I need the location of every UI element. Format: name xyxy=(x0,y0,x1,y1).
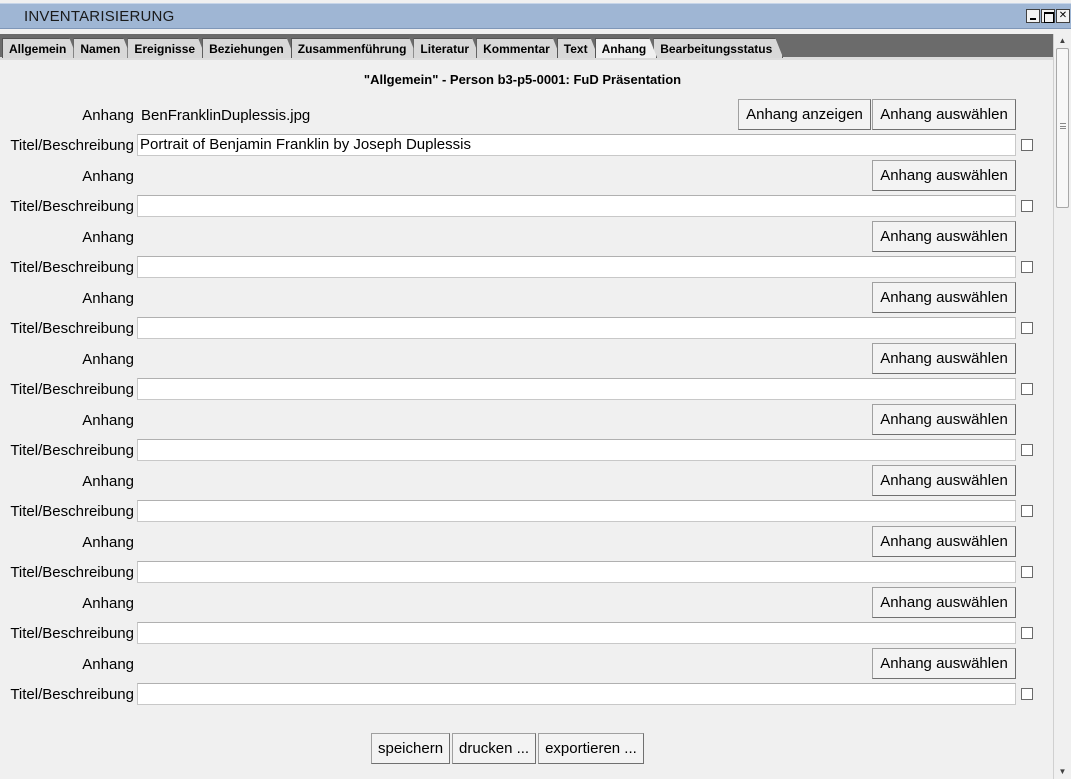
export-button[interactable]: exportieren ... xyxy=(538,733,644,764)
anhang-label: Anhang xyxy=(82,229,134,246)
row-checkbox[interactable] xyxy=(1021,566,1033,578)
row-checkbox[interactable] xyxy=(1021,505,1033,517)
select-attachment-button[interactable]: Anhang auswählen xyxy=(872,221,1016,252)
row-checkbox[interactable] xyxy=(1021,139,1033,151)
tab-bearbeitungsstatus[interactable]: Bearbeitungsstatus xyxy=(653,38,783,58)
grip-icon xyxy=(1060,123,1066,129)
row-checkbox[interactable] xyxy=(1021,200,1033,212)
print-button[interactable]: drucken ... xyxy=(452,733,537,764)
title-description-input[interactable] xyxy=(137,439,1016,461)
scroll-thumb[interactable] xyxy=(1056,48,1069,208)
vertical-scrollbar[interactable]: ▲ ▼ xyxy=(1053,34,1071,779)
titel-label: Titel/Beschreibung xyxy=(10,320,134,337)
anhang-label: Anhang xyxy=(82,168,134,185)
row-checkbox[interactable] xyxy=(1021,383,1033,395)
title-description-input[interactable] xyxy=(137,622,1016,644)
form-heading: "Allgemein" - Person b3-p5-0001: FuD Prä… xyxy=(363,72,682,87)
show-attachment-button[interactable]: Anhang anzeigen xyxy=(738,99,871,130)
title-description-input[interactable] xyxy=(137,195,1016,217)
tab-beziehungen[interactable]: Beziehungen xyxy=(202,38,295,58)
select-attachment-button[interactable]: Anhang auswählen xyxy=(872,648,1016,679)
save-button[interactable]: speichern xyxy=(371,733,451,764)
footer-buttons: speichern drucken ... exportieren ... xyxy=(371,733,644,764)
title-description-input[interactable] xyxy=(137,256,1016,278)
titel-label: Titel/Beschreibung xyxy=(10,564,134,581)
title-description-input[interactable] xyxy=(137,561,1016,583)
title-description-input[interactable] xyxy=(137,500,1016,522)
select-attachment-button[interactable]: Anhang auswählen xyxy=(872,587,1016,618)
select-attachment-button[interactable]: Anhang auswählen xyxy=(872,160,1016,191)
row-checkbox[interactable] xyxy=(1021,322,1033,334)
titel-label: Titel/Beschreibung xyxy=(10,137,134,154)
title-description-input[interactable] xyxy=(137,683,1016,705)
anhang-label: Anhang xyxy=(82,107,134,124)
row-checkbox[interactable] xyxy=(1021,627,1033,639)
title-bar: INVENTARISIERUNG ✕ xyxy=(0,0,1071,32)
select-attachment-button[interactable]: Anhang auswählen xyxy=(872,343,1016,374)
select-attachment-button[interactable]: Anhang auswählen xyxy=(872,465,1016,496)
anhang-label: Anhang xyxy=(82,534,134,551)
select-attachment-button[interactable]: Anhang auswählen xyxy=(872,99,1016,130)
titel-label: Titel/Beschreibung xyxy=(10,381,134,398)
select-attachment-button[interactable]: Anhang auswählen xyxy=(872,282,1016,313)
anhang-label: Anhang xyxy=(82,412,134,429)
select-attachment-button[interactable]: Anhang auswählen xyxy=(872,526,1016,557)
tab-namen[interactable]: Namen xyxy=(73,38,131,58)
titel-label: Titel/Beschreibung xyxy=(10,625,134,642)
tab-zusammenf-hrung[interactable]: Zusammenführung xyxy=(291,38,418,58)
titel-label: Titel/Beschreibung xyxy=(10,198,134,215)
tab-ereignisse[interactable]: Ereignisse xyxy=(127,38,206,58)
title-description-input[interactable] xyxy=(137,317,1016,339)
tab-list: Allgemein Namen Ereignisse Beziehungen Zusam… xyxy=(2,38,779,58)
close-icon[interactable]: ✕ xyxy=(1056,9,1070,23)
tab-anhang[interactable]: Anhang xyxy=(595,38,658,58)
tab-bar: Allgemein Namen Ereignisse Beziehungen Zusam… xyxy=(0,34,1053,60)
tab-kommentar[interactable]: Kommentar xyxy=(476,38,561,58)
tab-allgemein[interactable]: Allgemein xyxy=(2,38,77,58)
title-description-input[interactable]: Portrait of Benjamin Franklin by Joseph … xyxy=(137,134,1016,156)
row-checkbox[interactable] xyxy=(1021,688,1033,700)
tab-text[interactable]: Text xyxy=(557,38,599,58)
titel-label: Titel/Beschreibung xyxy=(10,259,134,276)
anhang-label: Anhang xyxy=(82,290,134,307)
anhang-label: Anhang xyxy=(82,595,134,612)
title-description-input[interactable] xyxy=(137,378,1016,400)
titel-label: Titel/Beschreibung xyxy=(10,442,134,459)
window-controls: ✕ xyxy=(1026,9,1070,23)
title-bar-strip: INVENTARISIERUNG ✕ xyxy=(0,3,1071,29)
window-title: INVENTARISIERUNG xyxy=(24,8,175,25)
scroll-up-icon[interactable]: ▲ xyxy=(1054,34,1071,48)
anhang-label: Anhang xyxy=(82,656,134,673)
tab-literatur[interactable]: Literatur xyxy=(413,38,480,58)
minimize-icon[interactable] xyxy=(1026,9,1040,23)
row-checkbox[interactable] xyxy=(1021,261,1033,273)
attachment-filename: BenFranklinDuplessis.jpg xyxy=(141,107,311,124)
select-attachment-button[interactable]: Anhang auswählen xyxy=(872,404,1016,435)
titel-label: Titel/Beschreibung xyxy=(10,503,134,520)
row-checkbox[interactable] xyxy=(1021,444,1033,456)
titel-label: Titel/Beschreibung xyxy=(10,686,134,703)
maximize-icon[interactable] xyxy=(1041,9,1055,23)
anhang-label: Anhang xyxy=(82,473,134,490)
scroll-down-icon[interactable]: ▼ xyxy=(1054,765,1071,779)
anhang-label: Anhang xyxy=(82,351,134,368)
